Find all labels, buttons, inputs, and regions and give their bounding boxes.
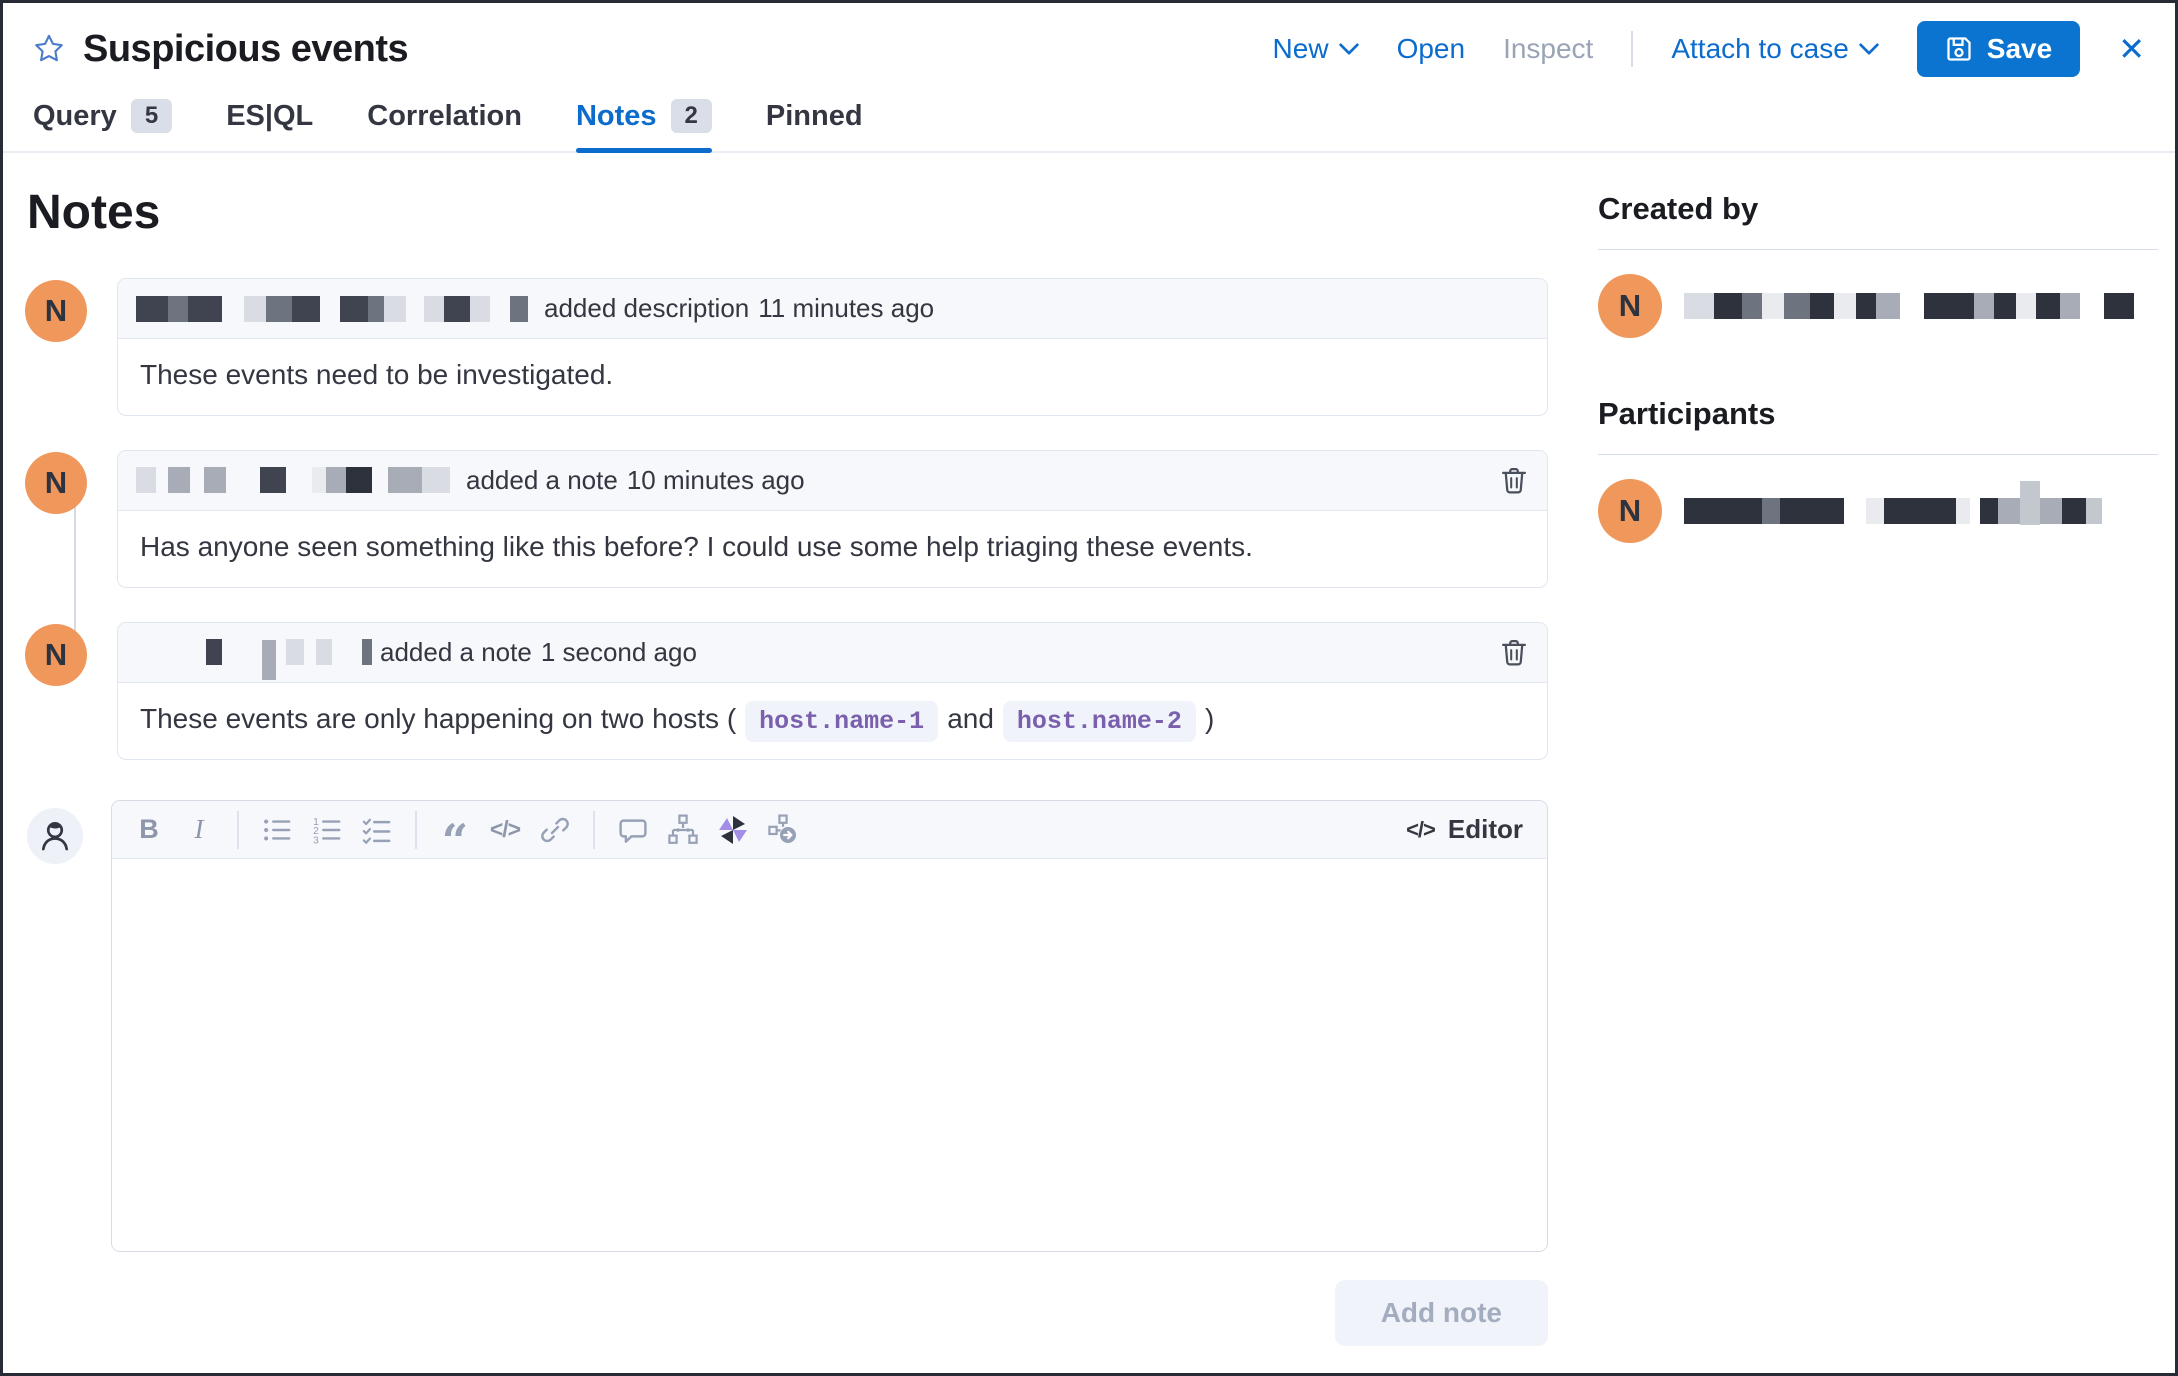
tab-esql[interactable]: ES|QL: [226, 99, 313, 151]
current-user-avatar: [27, 808, 83, 865]
save-floppy-icon: [1945, 35, 1973, 63]
timeline-tabs: Query 5 ES|QL Correlation Notes 2 Pinned: [3, 83, 2175, 153]
redacted-username: [1684, 293, 2134, 319]
host-name-chip: host.name-1: [745, 700, 939, 742]
new-menu-button[interactable]: New: [1273, 33, 1359, 65]
query-count-badge: 5: [130, 99, 173, 133]
osquery-icon[interactable]: [762, 809, 804, 851]
graph-visualize-icon[interactable]: [662, 809, 704, 851]
tab-pinned[interactable]: Pinned: [766, 99, 863, 151]
chevron-down-icon: [1338, 43, 1359, 55]
notes-tab-content: Notes N added description 11 minutes ago…: [3, 153, 2175, 1347]
notes-count-badge: 2: [670, 99, 712, 133]
toolbar-divider: [593, 810, 595, 849]
timeline-title: Suspicious events: [83, 27, 409, 70]
avatar: N: [1598, 479, 1662, 543]
note-card: added a note 10 minutes ago Has anyone s…: [117, 449, 1548, 588]
avatar: N: [25, 623, 87, 686]
note-action-text: added description: [544, 293, 750, 323]
note-body: These events need to be investigated.: [140, 359, 614, 390]
unordered-list-icon[interactable]: [256, 809, 298, 851]
delete-note-button[interactable]: [1499, 637, 1529, 667]
user-icon: [37, 818, 73, 854]
redacted-username: [136, 295, 528, 322]
note-timestamp: 11 minutes ago: [758, 293, 935, 323]
created-by-heading: Created by: [1598, 191, 1759, 226]
note-item: N added description 11 minutes ago These…: [25, 278, 1548, 416]
toolbar-divider: [237, 810, 239, 849]
add-note-button[interactable]: Add note: [1334, 1280, 1548, 1347]
note-body: These events are only happening on two h…: [118, 683, 1547, 760]
code-icon[interactable]: </>: [484, 809, 526, 851]
close-icon[interactable]: ✕: [2118, 33, 2145, 65]
notes-list: N added description 11 minutes ago These…: [25, 278, 1548, 761]
participants-heading: Participants: [1598, 396, 1776, 431]
editor-toolbar: B I 123 “ </> </> Editor: [112, 801, 1547, 864]
page-title: Notes: [27, 186, 161, 239]
delete-note-button[interactable]: [1499, 465, 1529, 495]
note-item: N added a note 1 second ago These events…: [25, 621, 1548, 761]
redacted-username: [136, 632, 372, 681]
bold-icon[interactable]: B: [128, 809, 170, 851]
favorite-star-icon[interactable]: [33, 33, 65, 65]
divider: [1598, 454, 2158, 455]
italic-icon[interactable]: I: [178, 809, 220, 851]
note-action-text: added a note: [466, 464, 618, 495]
chevron-down-icon: [1859, 43, 1879, 55]
ordered-list-icon[interactable]: 123: [306, 809, 348, 851]
svg-text:3: 3: [313, 835, 319, 845]
note-item: N added a note 10 minutes ago Has anyone…: [25, 449, 1548, 588]
notes-sidebar: Created by N Participants N: [1598, 171, 2158, 1346]
header-divider: [1631, 31, 1634, 67]
comment-icon[interactable]: [612, 809, 654, 851]
tab-correlation[interactable]: Correlation: [367, 99, 522, 151]
host-name-chip: host.name-2: [1002, 700, 1196, 742]
code-icon: </>: [1406, 816, 1436, 842]
note-timestamp: 1 second ago: [540, 636, 697, 667]
save-button[interactable]: Save: [1916, 21, 2081, 77]
timeline-investigate-icon[interactable]: [712, 809, 754, 851]
task-list-icon[interactable]: [356, 809, 398, 851]
note-body: Has anyone seen something like this befo…: [140, 530, 1253, 562]
redacted-username: [136, 467, 450, 494]
tab-notes[interactable]: Notes 2: [575, 99, 712, 153]
inspect-button[interactable]: Inspect: [1503, 33, 1593, 65]
divider: [1598, 249, 2158, 250]
open-button[interactable]: Open: [1397, 33, 1466, 65]
editor-mode-label[interactable]: </> Editor: [1406, 814, 1531, 845]
trash-icon: [1499, 637, 1529, 667]
note-card: added a note 1 second ago These events a…: [117, 621, 1548, 761]
new-note-editor-row: B I 123 “ </> </> Editor: [25, 800, 1548, 1253]
link-icon[interactable]: [534, 809, 576, 851]
participant-user: N: [1598, 479, 2158, 543]
avatar: N: [25, 451, 87, 514]
note-editor-input[interactable]: [112, 859, 1547, 1252]
trash-icon: [1499, 465, 1529, 495]
quote-icon[interactable]: “: [434, 809, 476, 864]
redacted-username: [1684, 481, 2102, 533]
flyout-header: Suspicious events New Open Inspect Attac…: [3, 3, 2175, 83]
avatar: N: [1598, 274, 1662, 338]
markdown-editor: B I 123 “ </> </> Editor: [111, 800, 1548, 1253]
note-timestamp: 10 minutes ago: [626, 464, 805, 495]
timeline-flyout-window: Suspicious events New Open Inspect Attac…: [0, 0, 2178, 1376]
created-by-user: N: [1598, 274, 2158, 338]
avatar: N: [25, 280, 87, 342]
note-action-text: added a note: [380, 636, 532, 667]
tab-query[interactable]: Query 5: [33, 99, 173, 151]
toolbar-divider: [415, 810, 417, 849]
attach-to-case-button[interactable]: Attach to case: [1671, 33, 1879, 65]
note-card: added description 11 minutes ago These e…: [117, 278, 1548, 416]
